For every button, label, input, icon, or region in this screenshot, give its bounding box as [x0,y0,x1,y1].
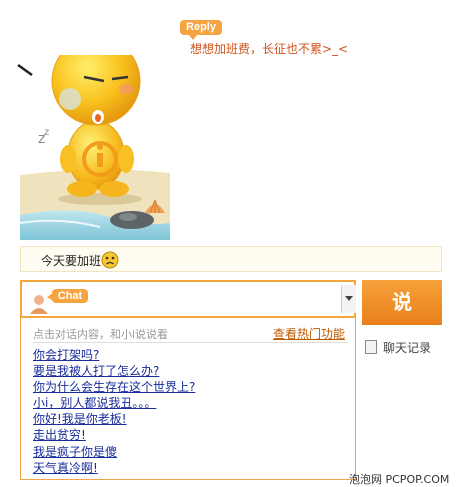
reply-badge: Reply [180,20,222,40]
suggestion-item[interactable]: 你为什么会生存在这个世界上? [33,379,195,395]
chat-history-link[interactable]: 聊天记录 [365,339,431,356]
chevron-down-icon [345,296,353,301]
chat-log-message: 今天要加班 [41,254,102,268]
suggestion-item[interactable]: 你好!我是你老板! [33,411,195,427]
svg-text:z: z [44,127,49,138]
suggestion-item[interactable]: 小i，别人都说我丑。。。 [33,395,195,411]
sad-face-icon [101,251,119,272]
suggestions-dropdown-button[interactable] [341,285,356,313]
suggestion-list: 你会打架吗? 要是我被人打了怎么办? 你为什么会生存在这个世界上? 小i，别人都… [33,347,195,476]
chat-badge: Chat [47,289,88,303]
chat-log: 今天要加班 [20,246,442,272]
divider [33,342,348,343]
suggestion-item[interactable]: 你会打架吗? [33,347,195,363]
suggestion-item[interactable]: 我是疯子你是傻 [33,444,195,460]
chat-history-label: 聊天记录 [383,341,432,355]
suggestion-item[interactable]: 要是我被人打了怎么办? [33,363,195,379]
mascot-scene: z z [0,36,180,245]
hot-features-link[interactable]: 查看热门功能 [273,325,345,342]
suggestions-panel: 点击对话内容，和小i说说看 查看热门功能 你会打架吗? 要是我被人打了怎么办? … [20,318,356,480]
say-button[interactable]: 说 [362,280,442,325]
watermark: 泡泡网 PCPOP.COM [349,473,450,486]
suggestion-item[interactable]: 天气真冷啊! [33,460,195,476]
suggestions-hint: 点击对话内容，和小i说说看 [33,328,169,341]
suggestion-item[interactable]: 走出贫穷! [33,427,195,443]
history-icon [365,340,377,354]
reply-message: 想想加班费，长征也不累>_< [190,42,349,56]
